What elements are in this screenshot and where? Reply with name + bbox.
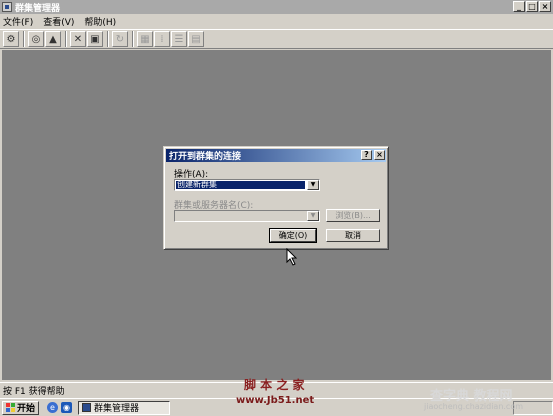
toolbar: ⚙ ◎ ▲ ✕ ▣ ↻ ▦ ⁞ ☰ ▤ — [0, 29, 553, 49]
up-icon[interactable]: ▲ — [45, 31, 61, 47]
open-connection-dialog: 打开到群集的连接 ? × 操作(A): 创建新群集 ▼ 群集或服务器名(C): … — [163, 146, 389, 250]
menu-view[interactable]: 查看(V) — [43, 15, 74, 28]
details-icon[interactable]: ▤ — [188, 31, 204, 47]
title-bar[interactable]: 群集管理器 _ □ × — [0, 0, 553, 14]
cluster-app-icon — [2, 2, 12, 12]
mouse-cursor-icon — [286, 248, 298, 266]
cluster-name-combo[interactable]: ▼ — [174, 210, 320, 222]
action-selected-value: 创建新群集 — [176, 181, 305, 189]
maximize-button[interactable]: □ — [526, 1, 538, 12]
taskbar-item-cluster-admin[interactable]: 群集管理器 — [78, 400, 171, 415]
window-title: 群集管理器 — [15, 3, 61, 14]
toolbar-separator — [65, 31, 67, 47]
browse-button[interactable]: 浏览(B)... — [326, 209, 380, 222]
properties-icon[interactable]: ◎ — [28, 31, 44, 47]
watermark-chazidian-url: jiaocheng.chazidian.com — [424, 402, 524, 411]
outlook-express-icon[interactable]: ◉ — [61, 402, 73, 413]
new-icon[interactable]: ▣ — [87, 31, 103, 47]
refresh-icon[interactable]: ↻ — [112, 31, 128, 47]
toolbar-separator — [132, 31, 134, 47]
close-button[interactable]: × — [539, 1, 551, 12]
start-label: 开始 — [17, 404, 36, 414]
internet-explorer-icon[interactable]: e — [47, 402, 59, 413]
dialog-title-bar[interactable]: 打开到群集的连接 ? × — [166, 149, 386, 162]
chevron-down-icon[interactable]: ▼ — [307, 180, 319, 190]
minimize-button[interactable]: _ — [513, 1, 525, 12]
help-button[interactable]: ? — [361, 150, 372, 160]
dialog-close-button[interactable]: × — [374, 150, 385, 160]
action-dropdown[interactable]: 创建新群集 ▼ — [174, 179, 320, 191]
cluster-icon[interactable]: ⚙ — [3, 31, 19, 47]
cancel-button[interactable]: 取消 — [326, 229, 380, 242]
chevron-down-icon[interactable]: ▼ — [307, 211, 319, 221]
toolbar-separator — [23, 31, 25, 47]
watermark-jb51-url: www.Jb51.net — [236, 395, 315, 406]
taskbar-item-label: 群集管理器 — [94, 404, 140, 414]
toolbar-separator — [107, 31, 109, 47]
ok-button[interactable]: 确定(O) — [269, 228, 317, 243]
menu-help[interactable]: 帮助(H) — [84, 15, 116, 28]
status-text: 按 F1 获得帮助 — [3, 387, 65, 397]
watermark-jb51-title: 脚 本 之 家 — [244, 378, 305, 392]
small-icons-icon[interactable]: ⁞ — [154, 31, 170, 47]
large-icons-icon[interactable]: ▦ — [137, 31, 153, 47]
start-button[interactable]: 开始 — [2, 400, 40, 415]
menu-file[interactable]: 文件(F) — [3, 15, 33, 28]
dialog-title: 打开到群集的连接 — [169, 152, 242, 162]
delete-icon[interactable]: ✕ — [70, 31, 86, 47]
menu-bar: 文件(F) 查看(V) 帮助(H) — [0, 14, 553, 28]
windows-logo-icon — [6, 403, 15, 412]
cluster-app-icon — [82, 403, 92, 412]
quick-launch: e ◉ — [47, 402, 73, 413]
list-icon[interactable]: ☰ — [171, 31, 187, 47]
